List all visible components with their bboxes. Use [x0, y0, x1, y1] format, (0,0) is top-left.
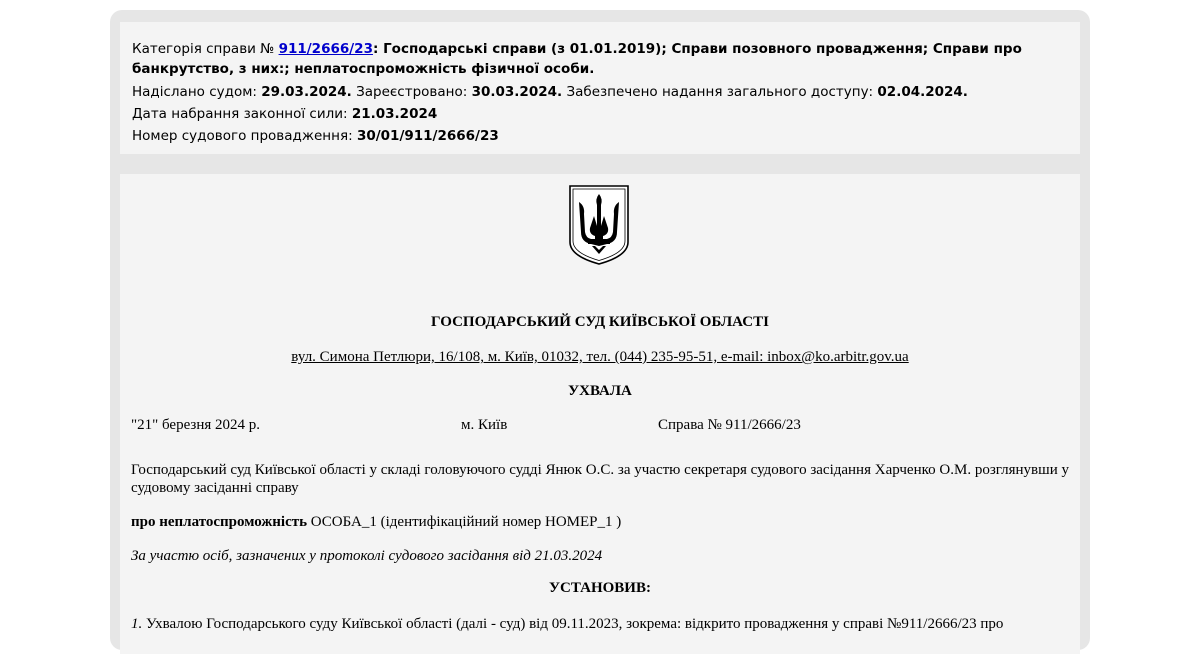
legal-force-label: Дата набрання законної сили:	[132, 106, 348, 122]
paragraph-court-composition: Господарський суд Київської області у ск…	[131, 462, 1069, 496]
legal-force-value: 21.03.2024	[351, 106, 438, 122]
sent-label: Надіслано судом:	[132, 84, 257, 100]
access-value: 02.04.2024.	[877, 84, 968, 100]
paragraph-subject: про неплатоспроможність ОСОБА_1 (ідентиф…	[131, 513, 1069, 531]
case-number-link[interactable]: 911/2666/23	[279, 41, 373, 57]
court-name: ГОСПОДАРСЬКИЙ СУД КИЇВСЬКОЇ ОБЛАСТІ	[431, 314, 769, 330]
proceeding-label: Номер судового провадження:	[132, 128, 353, 144]
case-category-label: Категорія справи №	[132, 41, 275, 57]
document-panel: ГОСПОДАРСЬКИЙ СУД КИЇВСЬКОЇ ОБЛАСТІ вул.…	[120, 174, 1080, 654]
proceeding-value: 30/01/911/2666/23	[356, 128, 499, 144]
subject-bold: про неплатоспроможність	[131, 514, 308, 530]
case-reference: Справа № 911/2666/23	[658, 417, 801, 433]
case-category-line: Категорія справи № 911/2666/23: Господар…	[132, 39, 1068, 79]
registered-label: Зареєстровано:	[356, 84, 468, 100]
paragraph-1: 1. Ухвалою Господарського суду Київської…	[131, 615, 1069, 633]
paragraph-1-text: Ухвалою Господарського суду Київської об…	[142, 616, 1004, 632]
paragraph-number: 1.	[131, 616, 143, 632]
registered-value: 30.03.2024.	[471, 84, 563, 100]
decision-date: "21" березня 2024 р.	[131, 417, 261, 433]
page-container: Категорія справи № 911/2666/23: Господар…	[110, 10, 1090, 654]
paragraph-participants: За участю осіб, зазначених у протоколі с…	[131, 548, 603, 564]
coat-of-arms-icon	[569, 185, 629, 265]
document-type-heading: УХВАЛА	[568, 383, 632, 399]
court-address: вул. Симона Петлюри, 16/108, м. Київ, 01…	[291, 349, 909, 365]
proceeding-line: Номер судового провадження: 30/01/911/26…	[132, 125, 1068, 147]
access-label: Забезпечено надання загального доступу:	[566, 84, 874, 100]
subject-rest: ОСОБА_1 (ідентифікаційний номер НОМЕР_1 …	[307, 514, 622, 530]
case-info-panel: Категорія справи № 911/2666/23: Господар…	[120, 22, 1080, 154]
established-heading: УСТАНОВИВ:	[549, 580, 651, 596]
decision-city: м. Київ	[461, 417, 508, 433]
dates-line: Надіслано судом: 29.03.2024. Зареєстрова…	[132, 81, 1068, 103]
legal-force-line: Дата набрання законної сили: 21.03.2024	[132, 103, 1068, 125]
sent-value: 29.03.2024.	[261, 84, 352, 100]
